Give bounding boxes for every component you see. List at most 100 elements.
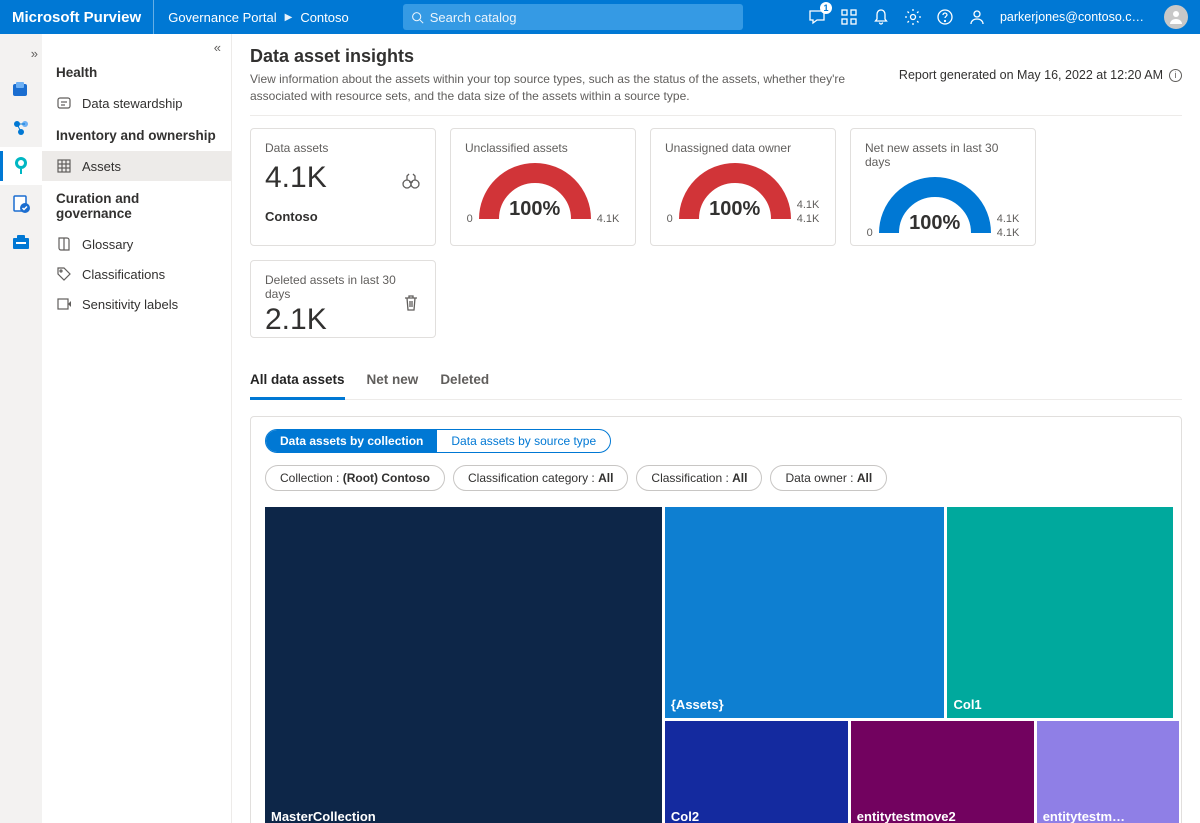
card-label: Data assets [265,141,421,155]
search-icon [411,11,424,24]
nav-rail: » [0,34,42,823]
label-icon [56,296,72,312]
sidebar-item-classifications[interactable]: Classifications [42,259,231,289]
treemap-node[interactable]: entitytestm… [1037,721,1179,823]
sidebar-section-inventory: Inventory and ownership [42,118,231,151]
page-description: View information about the assets within… [250,71,879,105]
sidebar-section-health: Health [42,55,231,88]
header-actions: 1 parkerjones@contoso.c… [808,5,1200,29]
treemap-panel: Data assets by collection Data assets by… [250,416,1182,823]
treemap-node[interactable]: {Assets} [665,507,945,718]
gauge-chart: 100% [879,177,991,239]
report-generated: Report generated on May 16, 2022 at 12:2… [899,46,1182,82]
bell-icon[interactable] [872,8,890,26]
help-icon[interactable] [936,8,954,26]
rail-policy[interactable] [0,185,42,223]
sidebar-item-stewardship[interactable]: Data stewardship [42,88,231,118]
filter-data-owner[interactable]: Data owner : All [770,465,887,491]
view-toggle: Data assets by collection Data assets by… [265,429,611,453]
gauge-percent: 100% [879,212,991,235]
product-name[interactable]: Microsoft Purview [0,0,154,34]
card-sub: Contoso [265,209,421,224]
card-label: Net new assets in last 30 days [865,141,1021,169]
sidebar-item-label: Sensitivity labels [82,297,178,312]
gauge-right-1: 4.1K [797,199,820,211]
sidebar-section-curation: Curation and governance [42,181,231,229]
book-icon [56,236,72,252]
gauge-right-1: 4.1K [997,213,1020,225]
card-net-new[interactable]: Net new assets in last 30 days 0 100% 4.… [850,128,1036,246]
trash-icon [401,293,421,316]
grid-icon [56,158,72,174]
rail-insights[interactable] [0,147,42,185]
avatar[interactable] [1164,5,1188,29]
collapse-sidebar-icon[interactable]: « [42,34,231,55]
feedback-icon[interactable] [968,8,986,26]
tag-icon [56,266,72,282]
filter-classification[interactable]: Classification : All [636,465,762,491]
card-value: 4.1K [265,161,421,195]
filter-collection[interactable]: Collection : (Root) Contoso [265,465,445,491]
sidebar-item-sensitivity[interactable]: Sensitivity labels [42,289,231,319]
expand-rail-icon[interactable]: » [31,42,42,71]
rail-management[interactable] [0,223,42,261]
pill-by-source[interactable]: Data assets by source type [437,430,610,452]
gauge-percent: 100% [479,198,591,221]
gauge-right-2: 4.1K [997,227,1020,239]
card-unassigned[interactable]: Unassigned data owner 0 100% 4.1K 4.1K [650,128,836,246]
treemap-node[interactable]: Col2 [665,721,848,823]
app-header: Microsoft Purview Governance Portal ▶ Co… [0,0,1200,34]
filter-classification-category[interactable]: Classification category : All [453,465,628,491]
card-label: Unassigned data owner [665,141,821,155]
card-unclassified[interactable]: Unclassified assets 0 100% 4.1K [450,128,636,246]
treemap-node[interactable]: Col1 [947,507,1173,718]
sidebar-item-label: Glossary [82,237,133,252]
gauge-percent: 100% [679,198,791,221]
pill-by-collection[interactable]: Data assets by collection [266,430,437,452]
card-label: Deleted assets in last 30 days [265,273,421,301]
tab-net-new[interactable]: Net new [367,364,419,399]
rail-map[interactable] [0,109,42,147]
breadcrumb: Governance Portal ▶ Contoso [154,10,363,25]
main-content: Data asset insights View information abo… [232,34,1200,823]
gauge-right-2: 4.1K [797,213,820,225]
gauge-chart: 100% [479,163,591,225]
sidebar-item-label: Assets [82,159,121,174]
rail-knowledge[interactable] [0,71,42,109]
gauge-max: 4.1K [597,213,620,225]
tab-all[interactable]: All data assets [250,364,345,400]
treemap-chart: MasterCollection {Assets} Col1 Col2 enti… [265,507,1167,823]
crumb-account[interactable]: Contoso [300,10,348,25]
divider [250,115,1182,116]
apps-icon[interactable] [840,8,858,26]
search-placeholder: Search catalog [430,10,517,25]
info-icon[interactable]: i [1169,69,1182,82]
page-title: Data asset insights [250,46,879,67]
gear-icon[interactable] [904,8,922,26]
sidebar: « Health Data stewardship Inventory and … [42,34,232,823]
user-email[interactable]: parkerjones@contoso.c… [1000,10,1144,24]
chevron-right-icon: ▶ [285,12,293,23]
asset-tabs: All data assets Net new Deleted [250,364,1182,400]
card-value: 2.1K [265,303,421,337]
sidebar-item-assets[interactable]: Assets [42,151,231,181]
sidebar-item-label: Classifications [82,267,165,282]
search-input[interactable]: Search catalog [403,4,743,30]
gauge-chart: 100% [679,163,791,225]
gauge-min: 0 [667,213,673,225]
sidebar-item-label: Data stewardship [82,96,182,111]
messages-icon[interactable]: 1 [808,8,826,26]
card-label: Unclassified assets [465,141,621,155]
gauge-min: 0 [467,213,473,225]
treemap-node[interactable]: entitytestmove2 [851,721,1034,823]
notification-badge: 1 [820,2,832,14]
treemap-node[interactable]: MasterCollection [265,507,662,823]
stewardship-icon [56,95,72,111]
tab-deleted[interactable]: Deleted [440,364,489,399]
gauge-min: 0 [867,227,873,239]
binoculars-icon [401,171,421,194]
sidebar-item-glossary[interactable]: Glossary [42,229,231,259]
crumb-portal[interactable]: Governance Portal [168,10,276,25]
card-data-assets[interactable]: Data assets 4.1K Contoso [250,128,436,246]
card-deleted[interactable]: Deleted assets in last 30 days 2.1K [250,260,436,338]
